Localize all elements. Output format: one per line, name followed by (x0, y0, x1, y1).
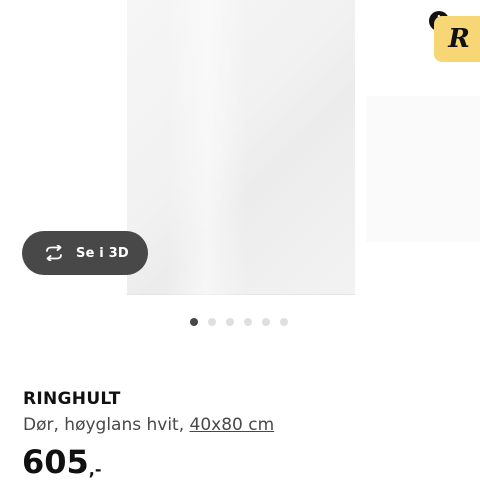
extension-badge[interactable]: R (434, 16, 480, 62)
carousel-dot-5[interactable] (262, 318, 270, 326)
price-integer: 605 (22, 443, 89, 480)
product-page: i R Se i 3D RINGHULT Dør, høyglans hvit,… (0, 0, 480, 480)
badge-letter: R (448, 24, 470, 54)
rotate-3d-icon (42, 241, 66, 265)
view-in-3d-button[interactable]: Se i 3D (22, 231, 148, 275)
next-image-peek (366, 96, 480, 242)
carousel-dot-6[interactable] (280, 318, 288, 326)
product-description-text: Dør, høyglans hvit, (23, 415, 185, 435)
price-suffix: ,- (88, 460, 102, 479)
carousel-dot-1[interactable] (190, 318, 198, 326)
product-size-link[interactable]: 40x80 cm (190, 415, 275, 435)
product-price: 605 ,- (22, 446, 102, 479)
product-name: RINGHULT (23, 389, 121, 409)
carousel-dot-2[interactable] (208, 318, 216, 326)
carousel-dot-4[interactable] (244, 318, 252, 326)
carousel-dot-3[interactable] (226, 318, 234, 326)
carousel-dots (190, 318, 288, 326)
product-image[interactable] (127, 0, 355, 295)
product-description: Dør, høyglans hvit, 40x80 cm (23, 415, 274, 435)
view-in-3d-label: Se i 3D (76, 245, 129, 261)
